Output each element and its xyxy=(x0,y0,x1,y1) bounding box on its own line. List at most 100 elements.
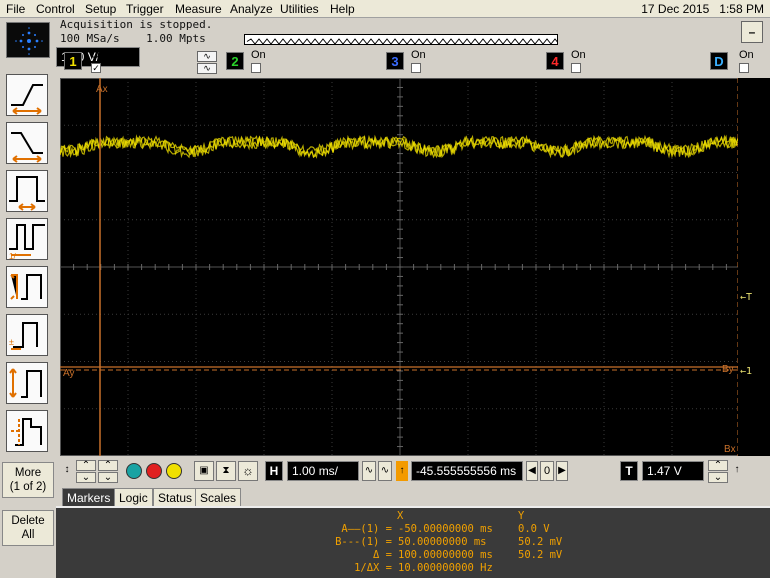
svg-text:±: ± xyxy=(9,337,14,347)
channel-2-on-label: On xyxy=(251,49,266,61)
display-mode-icon[interactable]: ▣ xyxy=(194,461,214,481)
menu-trigger[interactable]: Trigger xyxy=(126,2,164,16)
clock-date: 17 Dec 2015 xyxy=(641,2,710,16)
timebase-fine-icon[interactable]: ∿ xyxy=(378,461,392,481)
markers-panel: X Y A——(1) = -50.00000000 ms 0.0 V B---(… xyxy=(56,506,770,578)
more-label: More xyxy=(14,467,42,479)
channel-2-on-checkbox[interactable] xyxy=(251,63,261,73)
channel-1-on-label: On xyxy=(91,49,106,61)
marker-inv-delta-x: 10.000000000 Hz xyxy=(398,562,493,574)
clear-display-icon[interactable]: ⧗ xyxy=(216,461,236,481)
channel-1-ground-label: 1 xyxy=(746,366,753,377)
svg-text:1/: 1/ xyxy=(9,252,16,259)
channel-2-number: 2 xyxy=(231,54,239,69)
channel-3-on-checkbox[interactable] xyxy=(411,63,421,73)
position-up-icon[interactable]: ⌃ xyxy=(98,460,118,471)
memory-bar xyxy=(244,34,560,45)
channel-3-button[interactable]: 3 xyxy=(386,52,404,70)
channel-3-number: 3 xyxy=(391,54,399,69)
trigger-level-up-icon[interactable]: ⌃ xyxy=(708,460,728,471)
channel-4-number: 4 xyxy=(551,54,559,69)
acquisition-settings: 100 MSa/s 1.00 Mpts xyxy=(60,32,206,45)
falling-edge-trigger-icon[interactable] xyxy=(6,122,48,164)
runt-trigger-icon[interactable] xyxy=(6,266,48,308)
timebase-delay-field[interactable]: -45.555555556 ms xyxy=(411,461,523,481)
arrow-up-down-icon: ↕ xyxy=(64,464,70,475)
channel-2-button[interactable]: 2 xyxy=(226,52,244,70)
window-trigger-icon[interactable] xyxy=(6,362,48,404)
horizontal-button[interactable]: H xyxy=(265,461,283,481)
digital-channel-label: D xyxy=(714,54,724,69)
marker-delta-label: Δ = xyxy=(373,549,392,561)
sample-rate: 100 MSa/s xyxy=(60,32,120,45)
digital-on-checkbox[interactable] xyxy=(739,63,749,73)
trigger-marker-label: T xyxy=(746,292,753,303)
delay-counter[interactable]: 0 xyxy=(540,461,554,481)
menu-utilities[interactable]: Utilities xyxy=(280,2,319,16)
trigger-level-field[interactable]: 1.47 V xyxy=(642,461,704,481)
channel-1-button[interactable]: 1 xyxy=(64,52,82,70)
channel-4-button[interactable]: 4 xyxy=(546,52,564,70)
teal-color-icon[interactable] xyxy=(126,463,142,479)
trigger-edge-icon: ↑ xyxy=(734,464,740,475)
channel-1-ground-marker[interactable]: ←1 xyxy=(740,366,752,377)
position-down-icon[interactable]: ⌄ xyxy=(98,472,118,483)
tab-status[interactable]: Status xyxy=(153,488,198,506)
clock: 17 Dec 2015 1:58 PM xyxy=(641,2,764,16)
timebase-coarse-icon[interactable]: ∿ xyxy=(362,461,376,481)
markers-x-header: X xyxy=(397,510,404,522)
channel-3-on-label: On xyxy=(411,49,426,61)
vertical-up-icon[interactable]: ⌃ xyxy=(76,460,96,471)
tab-bar: Markers Logic Status Scales xyxy=(56,488,770,506)
menu-help[interactable]: Help xyxy=(330,2,355,16)
red-color-icon[interactable] xyxy=(146,463,162,479)
menu-setup[interactable]: Setup xyxy=(85,2,116,16)
markers-y-header: Y xyxy=(518,510,525,522)
menu-measure[interactable]: Measure xyxy=(175,2,222,16)
digital-on-label: On xyxy=(739,49,754,61)
rising-edge-trigger-icon[interactable] xyxy=(6,74,48,116)
delete-label: Delete xyxy=(11,515,45,527)
more-button[interactable]: More (1 of 2) xyxy=(2,462,54,498)
vertical-down-icon[interactable]: ⌄ xyxy=(76,472,96,483)
marker-by-label: By xyxy=(722,364,734,375)
marker-a-x: -50.00000000 ms xyxy=(398,523,493,535)
delete-all-button[interactable]: Delete All xyxy=(2,510,54,546)
waveform-display[interactable]: Ax Ay By Bx xyxy=(59,77,741,457)
menu-control[interactable]: Control xyxy=(36,2,75,16)
tab-markers[interactable]: Markers xyxy=(62,488,116,506)
brand-logo-icon xyxy=(6,22,50,58)
graticule xyxy=(59,77,741,457)
menu-file[interactable]: File xyxy=(6,2,25,16)
trigger-level-down-icon[interactable]: ⌄ xyxy=(708,472,728,483)
pulse-width-trigger-icon[interactable] xyxy=(6,170,48,212)
delay-reference-icon: ↑ xyxy=(396,461,408,481)
brightness-icon[interactable]: ☼ xyxy=(238,461,258,481)
channel-1-number: 1 xyxy=(69,54,77,69)
tab-scales[interactable]: Scales xyxy=(195,488,242,506)
trigger-level-marker[interactable]: ←T xyxy=(740,292,752,303)
clock-time: 1:58 PM xyxy=(719,2,764,16)
minimize-button[interactable]: – xyxy=(741,21,763,43)
timeout-trigger-icon[interactable] xyxy=(6,410,48,452)
timebase-scale-field[interactable]: 1.00 ms/ xyxy=(287,461,359,481)
controls-row: ↕ ⌃ ⌄ ⌃ ⌄ ▣ ⧗ ☼ H 1.00 ms/ ∿ ∿ ↑ -45.555… xyxy=(56,458,770,488)
channel-1-coupling-up-icon[interactable]: ∿ xyxy=(197,51,217,62)
channel-4-on-checkbox[interactable] xyxy=(571,63,581,73)
marker-ax-label: Ax xyxy=(96,84,108,95)
trigger-button[interactable]: T xyxy=(620,461,638,481)
marker-inv-delta-label: 1/ΔX = xyxy=(354,562,392,574)
channel-row: 1 On ✓ 1.00 V/ ∿ ∿ 2 On 3 On 4 On D On xyxy=(56,47,770,77)
marker-b-label: B---(1) = xyxy=(335,536,392,548)
digital-channel-button[interactable]: D xyxy=(710,52,728,70)
menu-analyze[interactable]: Analyze xyxy=(230,2,273,16)
delay-right-icon[interactable]: ▶ xyxy=(556,461,568,481)
yellow-color-icon[interactable] xyxy=(166,463,182,479)
channel-1-on-checkbox[interactable]: ✓ xyxy=(91,63,101,73)
marker-delta-x: 100.00000000 ms xyxy=(398,549,493,561)
channel-1-coupling-down-icon[interactable]: ∿ xyxy=(197,63,217,74)
delay-left-icon[interactable]: ◀ xyxy=(526,461,538,481)
rise-time-trigger-icon[interactable]: ± xyxy=(6,314,48,356)
pulse-period-trigger-icon[interactable]: 1/ xyxy=(6,218,48,261)
tab-logic[interactable]: Logic xyxy=(114,488,153,506)
